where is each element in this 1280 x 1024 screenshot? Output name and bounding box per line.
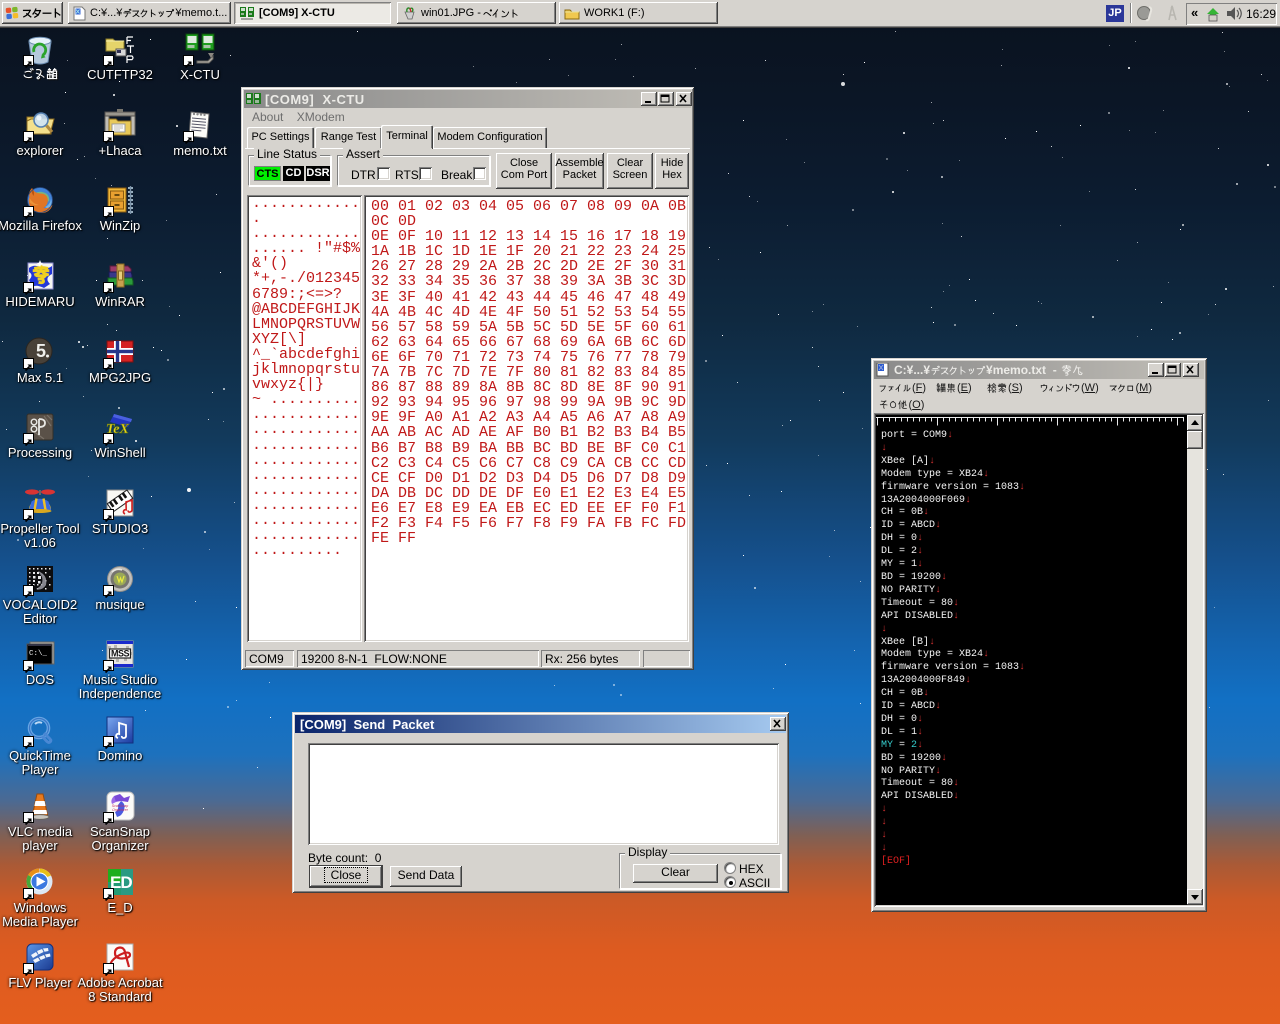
svg-text:C:\_: C:\_ xyxy=(29,650,48,658)
svg-text:MSS: MSS xyxy=(111,649,130,659)
svg-text:5: 5 xyxy=(36,341,46,361)
svg-text:Organizer: Organizer xyxy=(112,808,129,812)
